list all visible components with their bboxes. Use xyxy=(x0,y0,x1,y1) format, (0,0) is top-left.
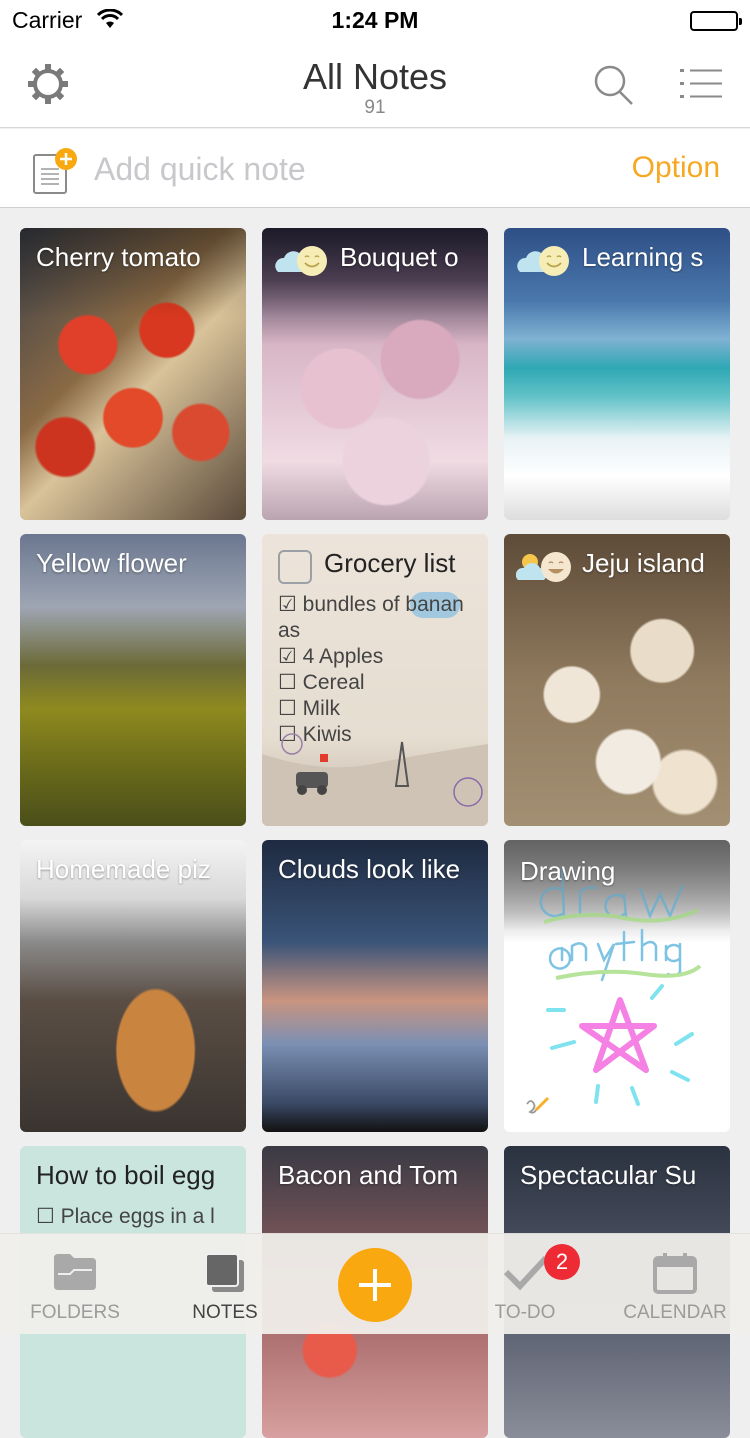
option-button[interactable]: Option xyxy=(632,151,720,185)
note-card[interactable]: Homemade piz xyxy=(20,840,246,1132)
note-title: Cherry tomato xyxy=(36,242,201,272)
note-card[interactable]: Learning s xyxy=(504,228,730,520)
note-title: Jeju island xyxy=(582,548,705,578)
note-title: Learning s xyxy=(582,242,704,272)
travel-background-illustration xyxy=(262,733,488,826)
todo-badge: 2 xyxy=(544,1244,580,1280)
note-title: Yellow flower xyxy=(36,548,187,578)
page-title: All Notes xyxy=(302,56,448,97)
checklist-item: ☑ bundles of banan xyxy=(278,593,464,616)
tab-label: CALENDAR xyxy=(623,1302,727,1323)
quick-note-input[interactable] xyxy=(94,147,514,191)
calendar-icon xyxy=(652,1252,698,1299)
clock: 1:24 PM xyxy=(331,7,419,33)
search-icon[interactable] xyxy=(593,64,635,111)
checklist-item: ☑ 4 Apples xyxy=(278,645,384,668)
note-checkbox[interactable] xyxy=(278,550,312,584)
tab-label: NOTES xyxy=(192,1302,258,1323)
add-note-button[interactable] xyxy=(338,1248,412,1322)
note-card[interactable]: Clouds look like xyxy=(262,840,488,1132)
note-title: Grocery list xyxy=(324,548,456,578)
checklist-item-continued: as xyxy=(278,619,301,642)
checklist-item: ☐ Cereal xyxy=(278,671,365,694)
tab-label: FOLDERS xyxy=(30,1302,120,1323)
tab-todo[interactable]: TO-DO xyxy=(450,1234,600,1335)
note-title: Homemade piz xyxy=(36,854,211,884)
note-title: Drawing xyxy=(520,856,616,886)
quick-note-add-icon[interactable] xyxy=(32,147,80,200)
note-title: Bacon and Tom xyxy=(278,1160,459,1190)
note-card[interactable]: Bouquet o xyxy=(262,228,488,520)
note-title: Bouquet o xyxy=(340,242,459,272)
checkbox-checked-icon[interactable]: ☑ xyxy=(278,593,297,616)
note-title: Clouds look like xyxy=(278,854,461,884)
cloudy-smile-mood-icon xyxy=(274,244,334,278)
note-count: 91 xyxy=(364,97,386,118)
tab-notes[interactable]: NOTES xyxy=(150,1234,300,1335)
note-card[interactable]: Cherry tomato xyxy=(20,228,246,520)
notes-icon xyxy=(202,1252,248,1299)
checkbox-unchecked-icon[interactable]: ☐ xyxy=(278,697,297,720)
nav-bar: All Notes 91 xyxy=(0,40,750,128)
status-bar: Carrier 1:24 PM xyxy=(0,0,750,40)
checkbox-unchecked-icon[interactable]: ☐ xyxy=(36,1205,55,1228)
folder-icon xyxy=(52,1252,98,1297)
note-card[interactable]: Yellow flower xyxy=(20,534,246,826)
checkbox-unchecked-icon[interactable]: ☐ xyxy=(278,671,297,694)
cloudy-smile-mood-icon xyxy=(516,244,576,278)
note-title: Spectacular Su xyxy=(520,1160,697,1190)
tab-folders[interactable]: FOLDERS xyxy=(0,1234,150,1335)
list-view-icon[interactable] xyxy=(680,68,722,105)
tab-bar: FOLDERS NOTES TO-DO 2 CALENDAR xyxy=(0,1233,750,1334)
battery-icon xyxy=(690,11,742,31)
brush-icon xyxy=(524,1096,550,1121)
sunny-cloud-grin-mood-icon xyxy=(515,550,576,584)
checkbox-checked-icon[interactable]: ☑ xyxy=(278,645,297,668)
plus-icon xyxy=(359,1269,391,1301)
note-card[interactable]: Jeju island xyxy=(504,534,730,826)
checklist-item: ☐ Place eggs in a l xyxy=(36,1205,215,1228)
checklist-item: ☐ Milk xyxy=(278,697,340,720)
note-title: How to boil egg xyxy=(36,1160,216,1190)
tab-label: TO-DO xyxy=(494,1302,556,1323)
note-card[interactable]: Drawing xyxy=(504,840,730,1132)
tab-calendar[interactable]: CALENDAR xyxy=(600,1234,750,1335)
note-card[interactable]: Grocery list ☑ bundles of banan as ☑ 4 A… xyxy=(262,534,488,826)
check-icon xyxy=(502,1252,549,1297)
quick-note-bar: Option xyxy=(0,129,750,208)
